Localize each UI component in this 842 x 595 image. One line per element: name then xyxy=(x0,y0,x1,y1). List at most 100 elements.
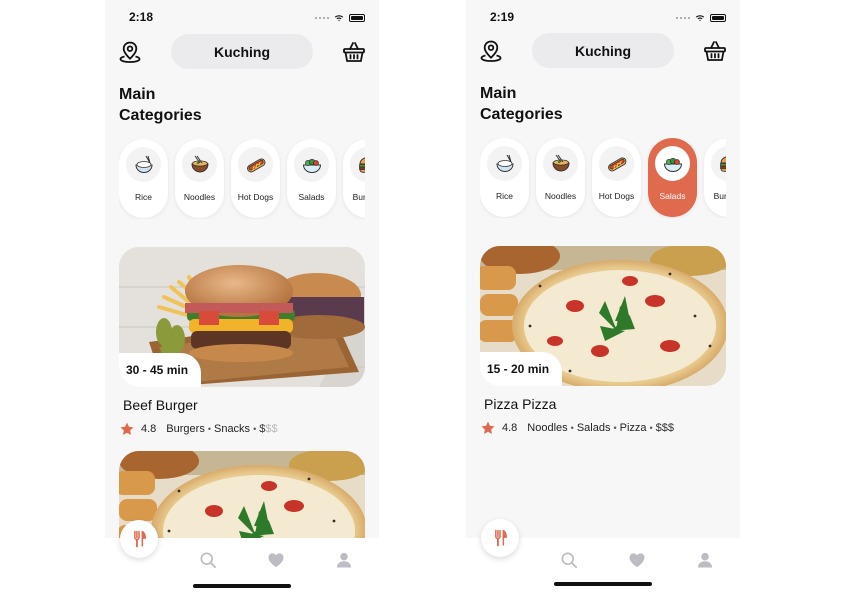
tab-search[interactable] xyxy=(558,549,580,571)
location-button[interactable] xyxy=(117,39,143,65)
category-hot-dogs[interactable]: Hot Dogs xyxy=(592,138,641,217)
restaurant-card[interactable]: 30 - 45 min xyxy=(119,247,365,387)
restaurants-icon xyxy=(129,529,149,549)
location-selector[interactable]: Kuching xyxy=(532,33,674,68)
phone-screen-2: 2:19 Kuching Main Categories Rice Noodle… xyxy=(466,0,740,595)
restaurant-meta: 4.8 Burgers • Snacks • $ $$ xyxy=(119,421,278,437)
phone-screen-1: 2:18 Kuching Main Categories Rice Noodle… xyxy=(105,0,379,595)
restaurant-name[interactable]: Pizza Pizza xyxy=(484,396,556,412)
heading-line-2: Categories xyxy=(119,107,202,124)
category-burgers[interactable]: Burgers xyxy=(704,138,726,217)
rating-value: 4.8 xyxy=(502,422,518,434)
tab-profile[interactable] xyxy=(694,549,716,571)
tag: Noodles xyxy=(527,422,568,434)
tab-restaurants[interactable] xyxy=(120,520,158,558)
category-label: Salads xyxy=(659,191,686,201)
star-icon xyxy=(480,420,496,436)
location-selector[interactable]: Kuching xyxy=(171,34,313,69)
status-bar: 2:19 xyxy=(466,8,740,28)
rice-bowl-icon xyxy=(493,152,517,176)
tag: Burgers xyxy=(166,423,205,435)
delivery-time-badge: 30 - 45 min xyxy=(119,353,201,387)
hot-dog-icon xyxy=(244,153,268,177)
category-rice[interactable]: Rice xyxy=(480,138,529,217)
separator-dot: • xyxy=(649,423,653,433)
category-label: Hot Dogs xyxy=(598,191,635,201)
cart-button[interactable] xyxy=(341,39,367,65)
category-label: Rice xyxy=(134,192,152,202)
separator-dot: • xyxy=(613,423,617,433)
rating-value: 4.8 xyxy=(141,423,157,435)
section-heading: Main Categories xyxy=(119,84,202,126)
basket-icon xyxy=(342,40,366,64)
top-bar: Kuching xyxy=(105,34,379,70)
home-indicator[interactable] xyxy=(193,584,291,588)
noodles-bowl-icon xyxy=(188,153,212,177)
search-icon xyxy=(559,550,579,570)
category-list[interactable]: Rice Noodles Hot Dogs Salads Burgers xyxy=(119,139,365,219)
cart-button[interactable] xyxy=(702,38,728,64)
wifi-icon xyxy=(694,13,706,23)
restaurants-icon xyxy=(490,528,510,548)
heading-line-1: Main xyxy=(119,86,156,103)
category-label: Burgers xyxy=(713,191,726,201)
status-time: 2:19 xyxy=(490,10,515,24)
burger-icon xyxy=(717,152,727,176)
price-level-inactive: $$ xyxy=(265,423,278,435)
separator-dot: • xyxy=(253,424,257,434)
category-rice[interactable]: Rice xyxy=(119,139,168,218)
category-salads-selected[interactable]: Salads xyxy=(648,138,697,217)
profile-icon xyxy=(334,550,354,570)
tab-favorites[interactable] xyxy=(626,549,648,571)
tab-search[interactable] xyxy=(197,549,219,571)
category-burgers[interactable]: Burgers xyxy=(343,139,365,218)
category-label: Rice xyxy=(495,191,513,201)
tab-profile[interactable] xyxy=(333,549,355,571)
heading-line-2: Categories xyxy=(480,106,563,123)
section-heading: Main Categories xyxy=(480,83,563,125)
category-hot-dogs[interactable]: Hot Dogs xyxy=(231,139,280,218)
status-time: 2:18 xyxy=(129,10,154,24)
category-noodles[interactable]: Noodles xyxy=(536,138,585,217)
map-pin-icon xyxy=(118,40,142,64)
tag: Snacks xyxy=(213,423,251,435)
tab-favorites[interactable] xyxy=(265,549,287,571)
status-indicators xyxy=(314,13,365,23)
price-level: $$$ xyxy=(655,422,675,434)
cellular-signal-icon xyxy=(314,16,329,20)
battery-icon xyxy=(349,14,365,22)
stage: 2:18 Kuching Main Categories Rice Noodle… xyxy=(0,0,842,595)
separator-dot: • xyxy=(570,423,574,433)
category-label: Noodles xyxy=(183,192,216,202)
hot-dog-icon xyxy=(605,152,629,176)
tag: Salads xyxy=(576,422,611,434)
search-icon xyxy=(198,550,218,570)
restaurant-card[interactable]: 15 - 20 min xyxy=(480,246,726,386)
delivery-time-badge: 15 - 20 min xyxy=(480,352,562,386)
category-label: Noodles xyxy=(544,191,577,201)
restaurant-name[interactable]: Beef Burger xyxy=(123,397,198,413)
salad-bowl-icon xyxy=(661,152,685,176)
category-label: Hot Dogs xyxy=(237,192,274,202)
rice-bowl-icon xyxy=(132,153,156,177)
cellular-signal-icon xyxy=(675,16,690,20)
top-bar: Kuching xyxy=(466,33,740,69)
map-pin-icon xyxy=(479,39,503,63)
salad-bowl-icon xyxy=(300,153,324,177)
burger-icon xyxy=(356,153,366,177)
noodles-bowl-icon xyxy=(549,152,573,176)
category-noodles[interactable]: Noodles xyxy=(175,139,224,218)
tag: Pizza xyxy=(619,422,647,434)
category-label: Burgers xyxy=(352,192,365,202)
heart-icon xyxy=(627,550,647,570)
home-indicator[interactable] xyxy=(554,582,652,586)
category-list[interactable]: Rice Noodles Hot Dogs Salads Burgers xyxy=(480,138,726,218)
heart-icon xyxy=(266,550,286,570)
location-button[interactable] xyxy=(478,38,504,64)
profile-icon xyxy=(695,550,715,570)
category-salads[interactable]: Salads xyxy=(287,139,336,218)
wifi-icon xyxy=(333,13,345,23)
tab-restaurants[interactable] xyxy=(481,519,519,557)
status-indicators xyxy=(675,13,726,23)
restaurant-meta: 4.8 Noodles • Salads • Pizza • $$$ xyxy=(480,420,674,436)
